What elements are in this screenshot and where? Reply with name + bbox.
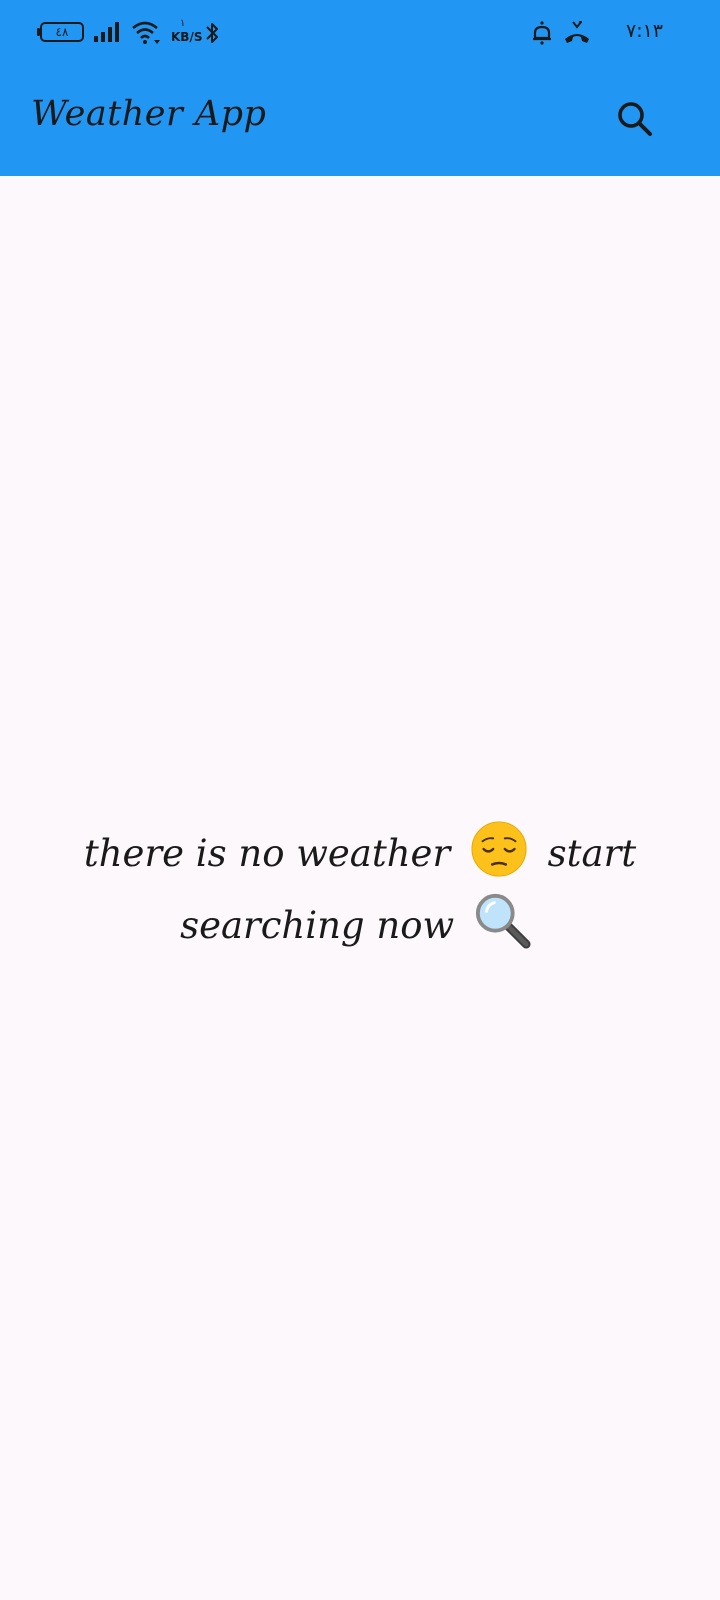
- bluetooth-icon: [206, 23, 218, 43]
- empty-state-message: there is no weather start searching now: [60, 818, 660, 962]
- pensive-face-emoji: [471, 821, 527, 877]
- empty-state-line1-end: start: [547, 832, 637, 875]
- wifi-icon: [132, 21, 160, 44]
- app-bar: Weather App: [0, 66, 720, 176]
- signal-icon: [94, 22, 119, 42]
- call-icon: [565, 21, 589, 43]
- status-time: ٧:١٣: [626, 20, 664, 42]
- empty-state-line1: there is no weather: [83, 832, 451, 875]
- magnifying-glass-emoji: [475, 893, 531, 949]
- empty-state-line2: searching now: [180, 904, 455, 947]
- status-bar: ٤٨ ١ KB/S ٧:١٣: [0, 0, 720, 66]
- battery-icon: ٤٨: [37, 22, 84, 42]
- search-icon: [618, 102, 652, 136]
- battery-level: ٤٨: [55, 25, 69, 39]
- network-speed-unit: KB/S: [171, 30, 203, 44]
- search-button[interactable]: [612, 97, 660, 145]
- app-title: Weather App: [31, 94, 267, 134]
- network-speed-value: ١: [180, 18, 186, 29]
- alarm-icon: [533, 21, 551, 45]
